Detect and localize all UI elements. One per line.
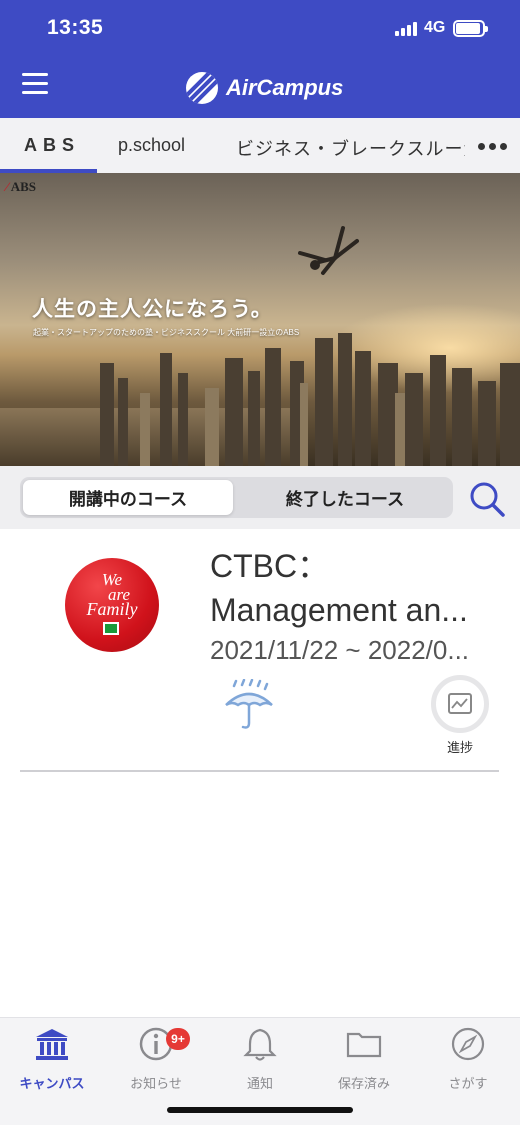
course-title: CTBC： (210, 548, 330, 584)
bell-icon (243, 1028, 277, 1061)
banner-brand: ⁄ ABS (6, 179, 37, 194)
logo-emblem-icon (103, 622, 119, 635)
course-card[interactable]: We are Family CTBC： Management an... 202… (20, 529, 499, 772)
banner-headline: 人生の主人公になろう。 (32, 298, 273, 321)
campus-icon (36, 1029, 68, 1060)
home-indicator (167, 1107, 353, 1113)
nav-explore[interactable]: さがす (416, 1026, 520, 1096)
folder-icon (346, 1032, 382, 1058)
progress-button[interactable] (431, 675, 489, 733)
promo-banner[interactable]: ⁄ ABS 人生の主人公になろう。 起業・スタートアップのための塾・ビジネススク… (0, 173, 520, 466)
menu-button[interactable] (22, 73, 48, 95)
progress-label: 進捗 (446, 740, 473, 755)
segment-finished-courses[interactable]: 終了したコース (240, 480, 450, 515)
banner-subtitle: 起業・スタートアップのための塾・ビジネススクール 大前研一設立のABS (33, 328, 300, 337)
city-skyline (100, 333, 520, 466)
tab-business-breakthrough[interactable]: ビジネス・ブレークスルー大学 (236, 135, 465, 161)
notice-badge: 9+ (166, 1028, 190, 1050)
nav-notices[interactable]: 9+ お知らせ (104, 1026, 208, 1096)
nav-saved[interactable]: 保存済み (312, 1026, 416, 1096)
course-logo: We are Family (65, 558, 159, 652)
course-filter-bar: 開講中のコース 終了したコース (0, 466, 520, 529)
more-tabs-icon[interactable] (478, 143, 508, 151)
tab-abs[interactable]: ABS (24, 135, 80, 156)
skydiver-figure (298, 226, 359, 275)
tab-pschool[interactable]: p.school (118, 135, 185, 156)
app-name: AirCampus (226, 75, 344, 100)
course-dates: 2021/11/22 ~ 2022/0... (210, 635, 470, 665)
nav-saved-label: 保存済み (337, 1076, 390, 1091)
search-icon[interactable] (468, 480, 506, 518)
umbrella-rain-icon (225, 679, 273, 729)
signal-icon (395, 22, 419, 36)
nav-explore-label: さがす (448, 1076, 488, 1091)
network-type: 4G (424, 19, 446, 36)
segment-active-courses[interactable]: 開講中のコース (23, 480, 233, 515)
battery-icon (453, 20, 488, 37)
nav-campus-label: キャンパス (19, 1076, 85, 1091)
aircampus-logo-icon (186, 72, 218, 104)
nav-notifications[interactable]: 通知 (208, 1026, 312, 1096)
progress-chart-icon (448, 693, 472, 714)
nav-notifications-label: 通知 (246, 1076, 273, 1091)
nav-campus[interactable]: キャンパス (0, 1026, 104, 1096)
app-logo: AirCampus (186, 70, 343, 106)
course-title-line2: Management an... (210, 592, 468, 628)
app-header: 13:35 4G AirCampus (0, 0, 520, 118)
status-time: 13:35 (47, 16, 104, 39)
course-segment-control: 開講中のコース 終了したコース (20, 477, 453, 518)
compass-icon (451, 1027, 485, 1061)
nav-notices-label: お知らせ (130, 1076, 182, 1091)
school-tabs: ABS p.school ビジネス・ブレークスルー大学 (0, 118, 520, 173)
